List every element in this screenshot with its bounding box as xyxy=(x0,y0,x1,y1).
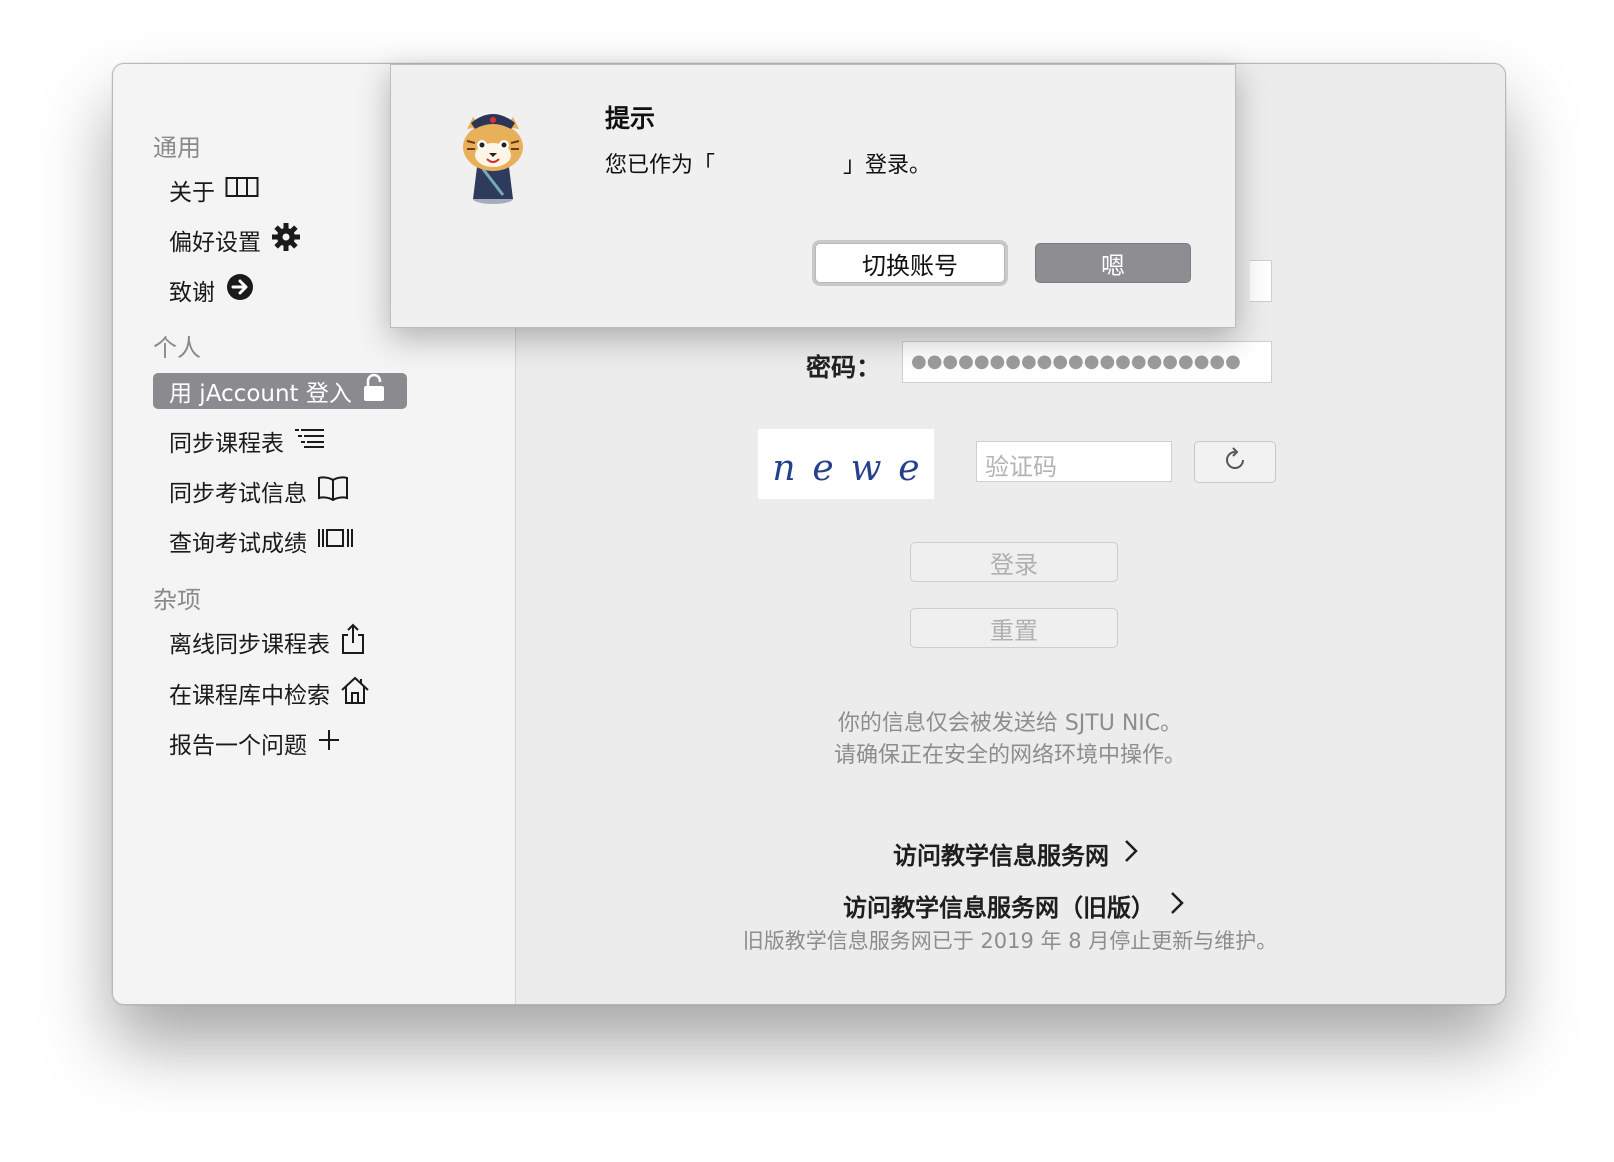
section-title-misc: 杂项 xyxy=(153,586,201,614)
reset-button[interactable]: 重置 xyxy=(910,608,1118,648)
section-title-general: 通用 xyxy=(153,134,201,162)
sidebar-item-label: 离线同步课程表 xyxy=(169,632,330,658)
lock-open-icon xyxy=(362,373,386,409)
link-teaching-info-service-legacy[interactable]: 访问教学信息服务网（旧版） xyxy=(843,888,1185,923)
login-button[interactable]: 登录 xyxy=(910,542,1118,582)
book-icon xyxy=(317,475,349,507)
alert-message: 您已作为「 」登录。 xyxy=(605,147,931,179)
sidebar-item-jaccount-login[interactable]: 用 jAccount 登入 xyxy=(153,373,407,409)
tiger-mascot-icon xyxy=(453,107,533,211)
refresh-icon xyxy=(1221,446,1249,478)
sidebar-item-label: 致谢 xyxy=(169,280,215,306)
sidebar-item-label: 用 jAccount 登入 xyxy=(169,381,352,407)
sidebar-item-report-issue[interactable]: 报告一个问题 xyxy=(169,725,341,761)
link-label: 访问教学信息服务网 xyxy=(893,842,1109,870)
redacted-username xyxy=(715,147,843,179)
privacy-note: 你的信息仅会被发送给 SJTU NIC。 请确保正在安全的网络环境中操作。 xyxy=(700,708,1320,772)
sidebar-item-offline-sync[interactable]: 离线同步课程表 xyxy=(169,623,366,661)
password-field[interactable]: ●●●●●●●●●●●●●●●●●●●●● xyxy=(902,341,1272,383)
captcha-image: n e w e xyxy=(758,429,934,499)
captcha-char: w xyxy=(850,447,882,489)
captcha-char: e xyxy=(812,447,834,489)
captcha-char: e xyxy=(898,447,920,489)
chevron-right-icon xyxy=(1123,838,1139,870)
link-label: 访问教学信息服务网（旧版） xyxy=(843,894,1155,922)
username-field-edge[interactable] xyxy=(1250,260,1272,302)
captcha-input[interactable]: 验证码 xyxy=(976,441,1172,482)
sidebar-item-course-search[interactable]: 在课程库中检索 xyxy=(169,675,370,711)
arrow-right-circle-icon xyxy=(225,272,255,308)
password-label: 密码： xyxy=(806,353,882,382)
gear-icon xyxy=(271,222,301,258)
legacy-footnote: 旧版教学信息服务网已于 2019 年 8 月停止更新与维护。 xyxy=(742,929,1278,953)
sidebar-item-credits[interactable]: 致谢 xyxy=(169,272,255,308)
alert-message-suffix: 」登录。 xyxy=(843,153,932,178)
section-title-personal: 个人 xyxy=(153,334,201,362)
sidebar-item-sync-exams[interactable]: 同步考试信息 xyxy=(169,473,349,509)
alert-title: 提示 xyxy=(605,104,656,133)
score-bars-icon xyxy=(317,527,355,555)
list-icon xyxy=(294,427,326,455)
sidebar-item-label: 在课程库中检索 xyxy=(169,683,330,709)
sidebar-item-label: 偏好设置 xyxy=(169,230,261,256)
sidebar-item-label: 报告一个问题 xyxy=(169,733,307,759)
chevron-right-icon xyxy=(1169,890,1185,922)
alert-message-prefix: 您已作为「 xyxy=(605,153,716,178)
house-icon xyxy=(340,675,370,711)
sidebar-item-exam-scores[interactable]: 查询考试成绩 xyxy=(169,523,355,559)
alert-dialog: 提示 您已作为「 」登录。 切换账号 嗯 xyxy=(390,64,1236,328)
captcha-char: n xyxy=(772,447,796,489)
sidebar-item-preferences[interactable]: 偏好设置 xyxy=(169,222,301,258)
sidebar-item-label: 同步考试信息 xyxy=(169,481,307,507)
columns-icon xyxy=(225,176,259,204)
privacy-note-line1: 你的信息仅会被发送给 SJTU NIC。 xyxy=(837,711,1183,736)
confirm-button[interactable]: 嗯 xyxy=(1035,243,1191,283)
sidebar-item-label: 同步课程表 xyxy=(169,431,284,457)
refresh-captcha-button[interactable] xyxy=(1194,441,1276,483)
sidebar-item-about[interactable]: 关于 xyxy=(169,172,259,208)
sidebar-item-sync-schedule[interactable]: 同步课程表 xyxy=(169,423,326,459)
privacy-note-line2: 请确保正在安全的网络环境中操作。 xyxy=(833,743,1186,768)
link-teaching-info-service[interactable]: 访问教学信息服务网 xyxy=(893,836,1139,871)
share-icon xyxy=(340,623,366,661)
switch-account-button[interactable]: 切换账号 xyxy=(815,243,1005,283)
sidebar-item-label: 关于 xyxy=(169,180,215,206)
password-mask: ●●●●●●●●●●●●●●●●●●●●● xyxy=(911,351,1241,372)
sidebar-item-label: 查询考试成绩 xyxy=(169,531,307,557)
plus-icon xyxy=(317,728,341,758)
